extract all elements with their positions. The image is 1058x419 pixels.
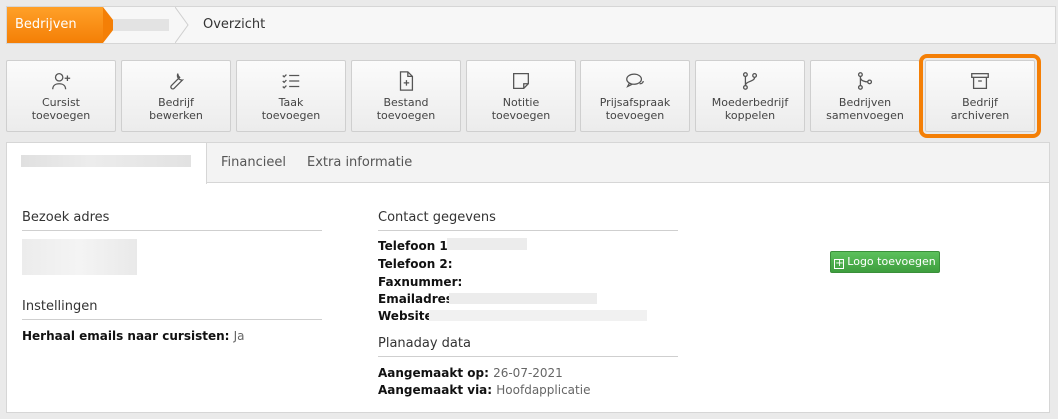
add-file-button[interactable]: Bestand toevoegen xyxy=(351,60,461,132)
visit-address-heading: Bezoek adres xyxy=(22,210,322,231)
archive-icon xyxy=(971,73,989,89)
chat-bubbles-icon xyxy=(626,73,644,88)
button-label: Taak xyxy=(278,96,304,109)
button-label: toevoegen xyxy=(376,109,436,122)
field-value: Hoofdapplicatie xyxy=(496,383,591,397)
redacted-phone xyxy=(447,238,527,250)
merge-companies-button[interactable]: Bedrijven samenvoegen xyxy=(810,60,920,132)
company-detail-panel: Financieel Extra informatie Bezoek adres… xyxy=(6,142,1050,413)
phone2-field: Telefoon 2: xyxy=(378,257,453,271)
button-label: koppelen xyxy=(724,109,776,122)
redacted-address xyxy=(22,239,137,275)
button-label: samenvoegen xyxy=(826,109,904,122)
button-label: toevoegen xyxy=(605,109,665,122)
add-note-button[interactable]: Notitie toevoegen xyxy=(466,60,576,132)
sticky-note-icon xyxy=(513,73,529,89)
tab-bar: Financieel Extra informatie xyxy=(7,143,1049,184)
git-branch-icon xyxy=(742,72,758,90)
fax-field: Faxnummer: xyxy=(378,275,463,289)
field-label: Aangemaakt via: xyxy=(378,383,493,397)
tab-general[interactable] xyxy=(7,143,207,184)
field-label: Herhaal emails naar cursisten: xyxy=(22,329,230,343)
edit-company-button[interactable]: Bedrijf bewerken xyxy=(121,60,231,132)
button-label: Prijsafspraak xyxy=(599,96,671,109)
add-student-button[interactable]: Cursist toevoegen xyxy=(6,60,116,132)
button-label: Bedrijven xyxy=(838,96,892,109)
action-toolbar: Cursist toevoegen Bedrijf bewerken Taak … xyxy=(6,54,1046,138)
contact-heading: Contact gegevens xyxy=(378,210,678,231)
redacted-website xyxy=(429,310,647,321)
tab-financial[interactable]: Financieel xyxy=(221,143,286,183)
field-label: Aangemaakt op: xyxy=(378,366,489,380)
button-label: archiveren xyxy=(950,109,1010,122)
field-value: 26-07-2021 xyxy=(493,366,563,380)
button-label: Bedrijf xyxy=(158,96,194,109)
settings-heading: Instellingen xyxy=(22,299,322,320)
created-via-field: Aangemaakt via: Hoofdapplicatie xyxy=(378,383,590,397)
link-parent-company-button[interactable]: Moederbedrijf koppelen xyxy=(695,60,805,132)
add-logo-button[interactable]: + Logo toevoegen xyxy=(830,251,940,273)
add-price-agreement-button[interactable]: Prijsafspraak toevoegen xyxy=(580,60,690,132)
file-plus-icon xyxy=(399,71,414,91)
user-plus-icon xyxy=(52,73,71,90)
button-label: Notitie xyxy=(502,96,540,109)
button-label: Logo toevoegen xyxy=(847,255,936,268)
checklist-icon xyxy=(282,74,300,89)
button-label: Bedrijf xyxy=(962,96,998,109)
button-label: bewerken xyxy=(149,109,203,122)
button-label: Cursist xyxy=(41,96,80,109)
git-merge-icon xyxy=(857,72,873,90)
plus-icon: + xyxy=(834,258,845,269)
button-label: Moederbedrijf xyxy=(711,96,789,109)
breadcrumb-home[interactable]: Bedrijven xyxy=(7,7,117,43)
archive-company-button[interactable]: Bedrijf archiveren xyxy=(919,54,1041,138)
redacted-text xyxy=(113,19,169,31)
planaday-heading: Planaday data xyxy=(378,336,678,357)
breadcrumb-separator xyxy=(175,7,189,43)
phone1-field: Telefoon 1: xyxy=(378,239,453,253)
redacted-text xyxy=(21,155,191,167)
redacted-email xyxy=(449,293,597,304)
repeat-emails-field: Herhaal emails naar cursisten: Ja xyxy=(22,329,245,343)
field-value: Ja xyxy=(233,329,245,343)
created-on-field: Aangemaakt op: 26-07-2021 xyxy=(378,366,563,380)
button-label: Bestand xyxy=(383,96,429,109)
add-task-button[interactable]: Taak toevoegen xyxy=(236,60,346,132)
email-field: Emailadres: xyxy=(378,292,458,306)
wrench-icon xyxy=(170,73,185,90)
tab-extra-info[interactable]: Extra informatie xyxy=(307,143,412,183)
button-label: toevoegen xyxy=(31,109,91,122)
button-label: toevoegen xyxy=(491,109,551,122)
breadcrumb-company[interactable] xyxy=(103,7,185,43)
breadcrumb: Bedrijven Overzicht xyxy=(6,6,1056,44)
breadcrumb-current: Overzicht xyxy=(203,17,266,32)
button-label: toevoegen xyxy=(261,109,321,122)
